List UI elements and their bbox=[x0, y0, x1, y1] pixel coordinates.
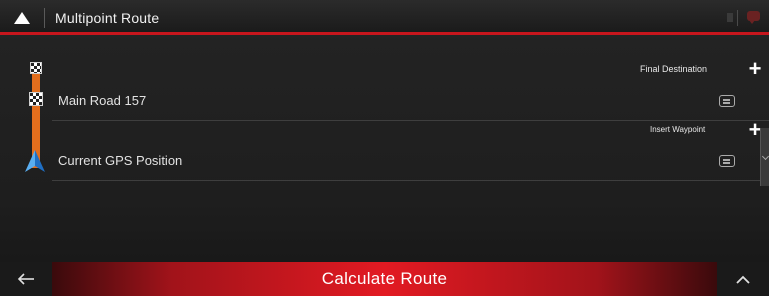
back-button[interactable] bbox=[0, 262, 52, 296]
destination-name: Main Road 157 bbox=[58, 93, 147, 108]
row-divider bbox=[52, 180, 760, 181]
checkered-flag-icon bbox=[30, 62, 42, 74]
home-button[interactable] bbox=[0, 0, 44, 35]
signal-icon bbox=[727, 13, 733, 22]
chevron-up-icon bbox=[736, 275, 750, 284]
navigation-arrow-icon bbox=[14, 11, 30, 24]
route-point-start[interactable]: Current GPS Position bbox=[0, 147, 769, 175]
multipoint-route-screen: Multipoint Route Final Destination + Mai… bbox=[0, 0, 769, 296]
calculate-route-button[interactable]: Calculate Route bbox=[52, 262, 717, 296]
message-icon[interactable] bbox=[747, 11, 760, 24]
insert-waypoint-label: Insert Waypoint bbox=[650, 125, 706, 134]
start-position-name: Current GPS Position bbox=[58, 153, 183, 168]
route-point-destination[interactable]: Main Road 157 bbox=[0, 87, 769, 115]
header-separator bbox=[44, 8, 45, 28]
final-destination-label: Final Destination bbox=[640, 64, 708, 74]
more-button[interactable] bbox=[717, 262, 769, 296]
row-divider bbox=[52, 120, 769, 121]
page-title: Multipoint Route bbox=[55, 10, 160, 26]
header-status-area bbox=[689, 0, 769, 35]
header-separator bbox=[737, 10, 738, 26]
add-destination-button[interactable]: + bbox=[744, 58, 766, 81]
bottom-bar: Calculate Route bbox=[0, 262, 769, 296]
side-scroll-handle[interactable] bbox=[760, 128, 769, 186]
note-icon[interactable] bbox=[719, 95, 735, 107]
back-arrow-icon bbox=[17, 273, 34, 285]
note-icon[interactable] bbox=[719, 155, 735, 167]
header-bar: Multipoint Route bbox=[0, 0, 769, 35]
